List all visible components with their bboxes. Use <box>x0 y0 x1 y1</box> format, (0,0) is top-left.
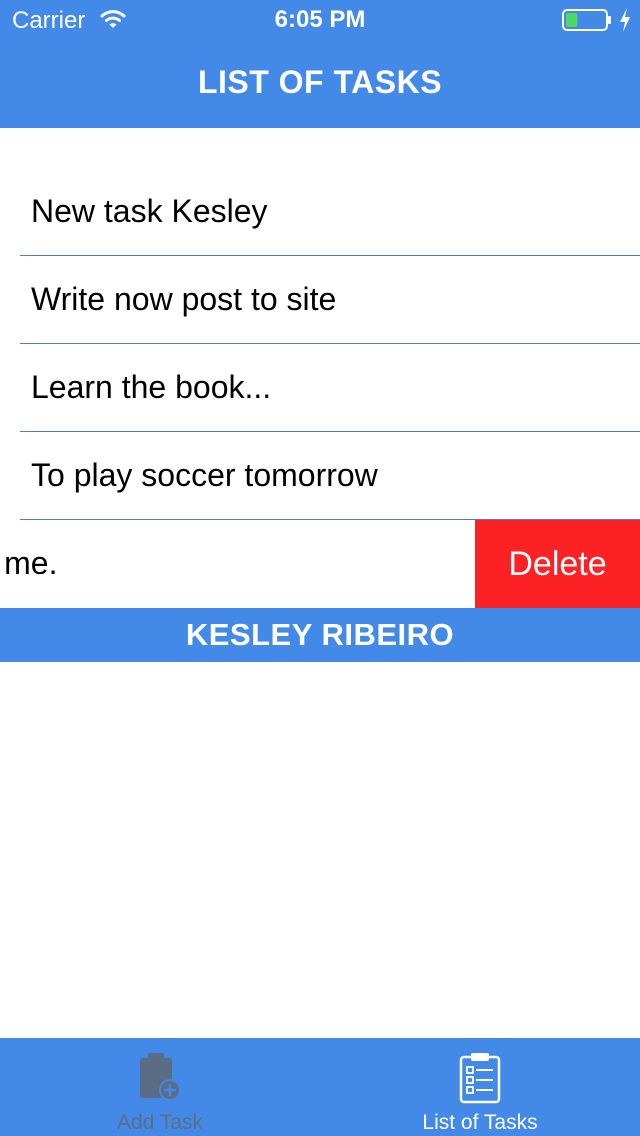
task-row[interactable]: Write now post to site <box>0 256 640 344</box>
page-title: LIST OF TASKS <box>197 64 443 100</box>
task-label: To play soccer tomorrow <box>31 457 378 493</box>
tab-label: List of Tasks <box>422 1111 538 1134</box>
clock: 6:05 PM <box>274 6 366 33</box>
clipboard-list-icon <box>459 1053 501 1104</box>
task-row[interactable]: New task Kesley <box>0 168 640 256</box>
tab-bar: Add Task List of Tasks <box>0 1038 640 1136</box>
author-banner: KESLEY RIBEIRO <box>0 608 640 662</box>
task-row[interactable]: Learn the book... <box>0 344 640 432</box>
task-row[interactable]: To play soccer tomorrow <box>0 432 640 520</box>
navigation-bar: LIST OF TASKS <box>0 40 640 128</box>
task-label: Write now post to site <box>31 281 337 317</box>
delete-button[interactable]: Delete <box>475 520 640 608</box>
status-bar: Carrier 6:05 PM <box>0 0 640 40</box>
task-row-swiped[interactable]: ks for me. Delete <box>0 520 640 608</box>
task-list[interactable]: New task Kesley Write now post to site L… <box>0 168 640 608</box>
tab-list-of-tasks[interactable]: List of Tasks <box>320 1038 640 1136</box>
tab-add-task[interactable]: Add Task <box>0 1038 320 1136</box>
task-label: Learn the book... <box>31 369 272 405</box>
battery-icon <box>562 9 611 31</box>
clipboard-add-icon <box>140 1053 181 1101</box>
task-label: ks for me. <box>0 545 58 581</box>
screen: Carrier 6:05 PM LIST OF TASKS New task K… <box>0 0 640 1136</box>
tab-label: Add Task <box>117 1111 203 1134</box>
task-label: New task Kesley <box>31 193 268 229</box>
charging-bolt-icon <box>620 8 630 32</box>
